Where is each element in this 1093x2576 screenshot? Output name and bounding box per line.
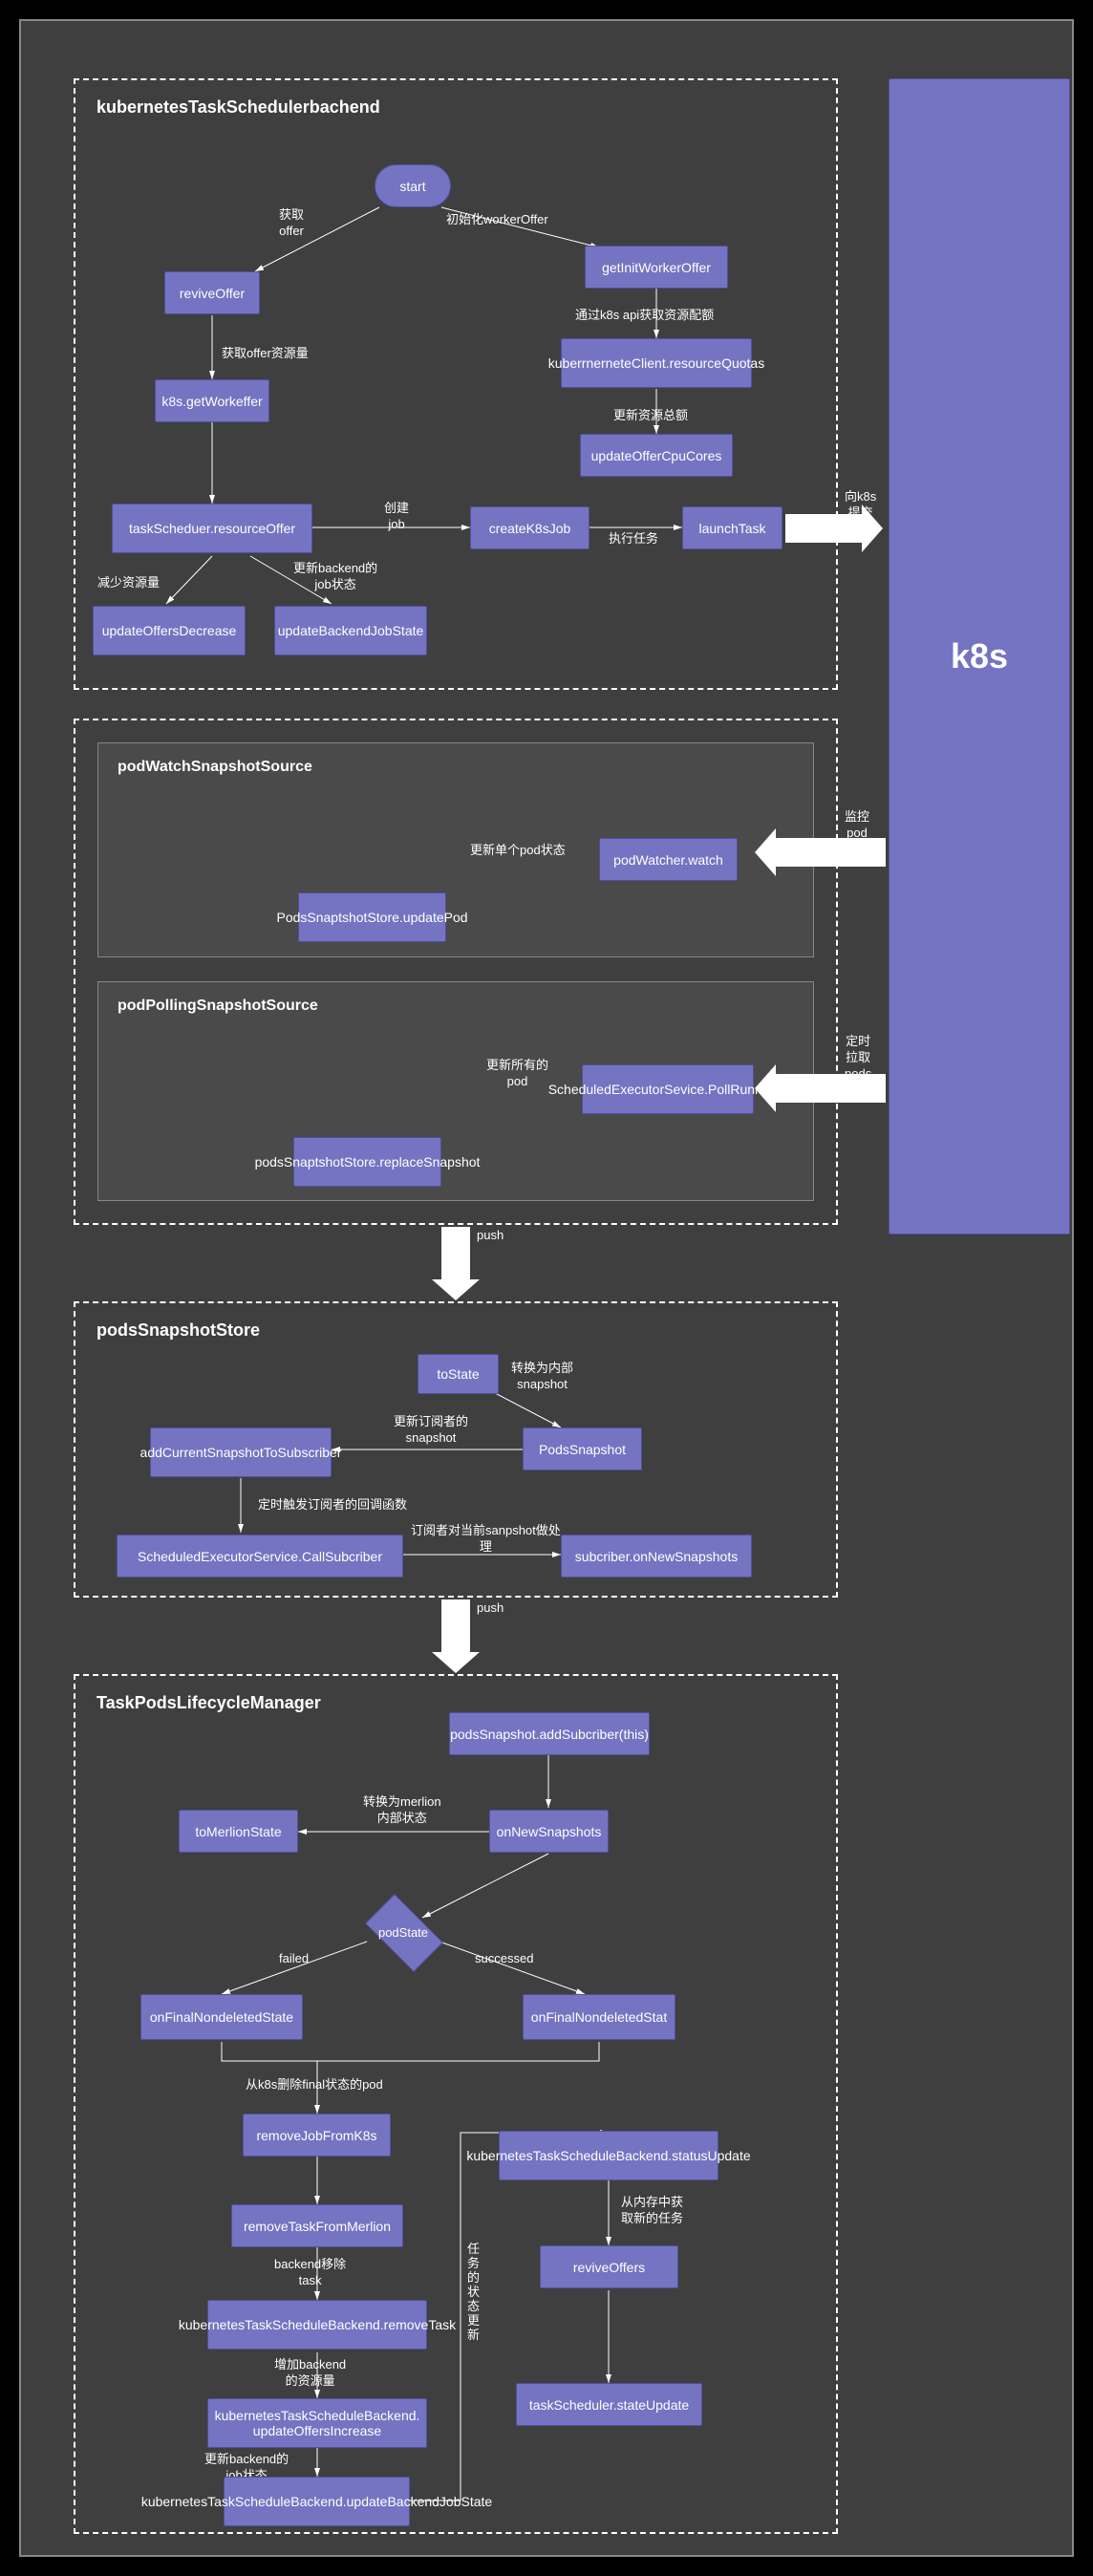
node-to-state: toState <box>418 1354 499 1394</box>
node-scheduled-poll: ScheduledExecutorSevice.PollRunnable <box>582 1064 754 1114</box>
label-remove-final-pod: 从k8s删除final状态的pod <box>246 2077 383 2093</box>
label-update-all-pod: 更新所有的 pod <box>486 1058 548 1090</box>
label-update-subscriber-snapshot: 更新订阅者的 snapshot <box>394 1414 468 1447</box>
label-backend-remove-task: backend移除 task <box>274 2257 346 2289</box>
label-trigger-callback: 定时触发订阅者的回调函数 <box>258 1497 407 1513</box>
node-on-final-left: onFinalNondeletedState <box>140 1994 303 2040</box>
label-k8s-api-quota: 通过k8s api获取资源配额 <box>575 308 714 324</box>
label-get-offer: 获取 offer <box>279 207 304 240</box>
label-subscriber-handle: 订阅者对当前sanpshot做处 理 <box>411 1523 561 1556</box>
label-increase-backend-res: 增加backend 的资源量 <box>274 2357 346 2390</box>
node-backend-status-update: kubernetesTaskScheduleBackend.statusUpda… <box>499 2131 718 2180</box>
node-get-init-worker-offer: getInitWorkerOffer <box>585 246 728 289</box>
node-remove-task-merlion: removeTaskFromMerlion <box>231 2204 403 2247</box>
node-k8s: k8s <box>889 78 1070 1234</box>
node-add-subscriber: podsSnapshot.addSubcriber(this) <box>449 1712 650 1755</box>
k8s-label: k8s <box>951 636 1008 676</box>
label-update-single-pod: 更新单个pod状态 <box>470 843 566 859</box>
node-update-offer-cpu: updateOfferCpuCores <box>580 434 733 477</box>
arrow-push-1 <box>441 1227 470 1279</box>
arrow-monitor-pod <box>776 838 886 867</box>
node-revive-offers-2: reviveOffers <box>540 2245 678 2288</box>
node-start: start <box>375 164 451 207</box>
node-revive-offer: reviveOffer <box>164 271 260 314</box>
node-backend-remove-task: kubernetesTaskScheduleBackend.removeTask <box>207 2300 427 2350</box>
diagram-canvas: k8s kubernetesTaskSchedulerbachend start… <box>19 19 1074 2557</box>
node-replace-snapshot: podsSnaptshotStore.replaceSnapshot <box>293 1137 441 1187</box>
node-remove-job-k8s: removeJobFromK8s <box>243 2114 391 2157</box>
arrow-push-2 <box>441 1599 470 1652</box>
label-create-job: 创建 job <box>384 501 409 533</box>
label-get-new-task-mem: 从内存中获 取新的任务 <box>621 2195 683 2227</box>
node-update-backend-job-state: updateBackendJobState <box>274 606 427 655</box>
node-pod-watcher-watch: podWatcher.watch <box>599 838 738 881</box>
node-subscriber-on-new: subcriber.onNewSnapshots <box>561 1535 752 1578</box>
label-to-internal-snapshot: 转换为内部 snapshot <box>511 1361 573 1393</box>
label-failed: failed <box>279 1951 309 1967</box>
node-on-final-right: onFinalNondeletedStat <box>523 1994 675 2040</box>
node-to-merlion-state: toMerlionState <box>179 1810 298 1853</box>
node-pods-snapshot: PodsSnapshot <box>523 1428 642 1470</box>
label-get-offer-res: 获取offer资源量 <box>222 346 309 362</box>
node-task-scheduler-state-update: taskScheduler.stateUpdate <box>516 2383 702 2426</box>
g4-title: TaskPodsLifecycleManager <box>96 1693 321 1713</box>
g2a-title: podWatchSnapshotSource <box>118 759 312 776</box>
node-on-new-snapshots: onNewSnapshots <box>489 1810 609 1853</box>
node-call-subscriber: ScheduledExecutorService.CallSubcriber <box>117 1535 403 1578</box>
label-init-worker-offer: 初始化workerOffer <box>446 212 548 228</box>
label-update-total-res: 更新资源总额 <box>613 408 688 424</box>
label-update-backend-job: 更新backend的 job状态 <box>293 561 377 593</box>
group1-title: kubernetesTaskSchedulerbachend <box>96 97 380 118</box>
node-task-scheduer-resource-offer: taskScheduer.resourceOffer <box>112 504 312 553</box>
label-submit-k8s: 向k8s 提交 任务 <box>845 489 876 538</box>
label-task-status-update: 任 务 的 状 态 更 新 <box>467 2243 480 2343</box>
node-create-k8s-job: createK8sJob <box>470 506 589 549</box>
g2b-title: podPollingSnapshotSource <box>118 998 318 1015</box>
node-launch-task: launchTask <box>682 506 782 549</box>
label-to-merlion-internal: 转换为merlion 内部状态 <box>363 1794 441 1827</box>
node-update-pod: PodsSnaptshotStore.updatePod <box>298 892 446 942</box>
label-successed: successed <box>475 1951 533 1967</box>
label-push-2: push <box>477 1600 504 1617</box>
node-backend-update-job-state: kubernetesTaskScheduleBackend.updateBack… <box>224 2477 410 2526</box>
arrow-poll-pods <box>776 1074 886 1103</box>
g3-title: podsSnapshotStore <box>96 1320 260 1341</box>
label-push-1: push <box>477 1228 504 1244</box>
node-update-offers-decrease: updateOffersDecrease <box>93 606 246 655</box>
node-get-workeffer: k8s.getWorkeffer <box>155 379 269 422</box>
node-backend-update-offers-increase: kubernetesTaskScheduleBackend. updateOff… <box>207 2398 427 2448</box>
node-pod-state: podState <box>346 1903 461 1961</box>
group-lifecycle-manager: TaskPodsLifecycleManager <box>74 1674 838 2534</box>
label-decrease-res: 减少资源量 <box>97 575 160 591</box>
node-resource-quotas: kuberrnerneteClient.resourceQuotas <box>561 338 752 388</box>
label-exec-task: 执行任务 <box>609 531 658 547</box>
node-add-current-snapshot: addCurrentSnapshotToSubscriber <box>150 1428 332 1477</box>
